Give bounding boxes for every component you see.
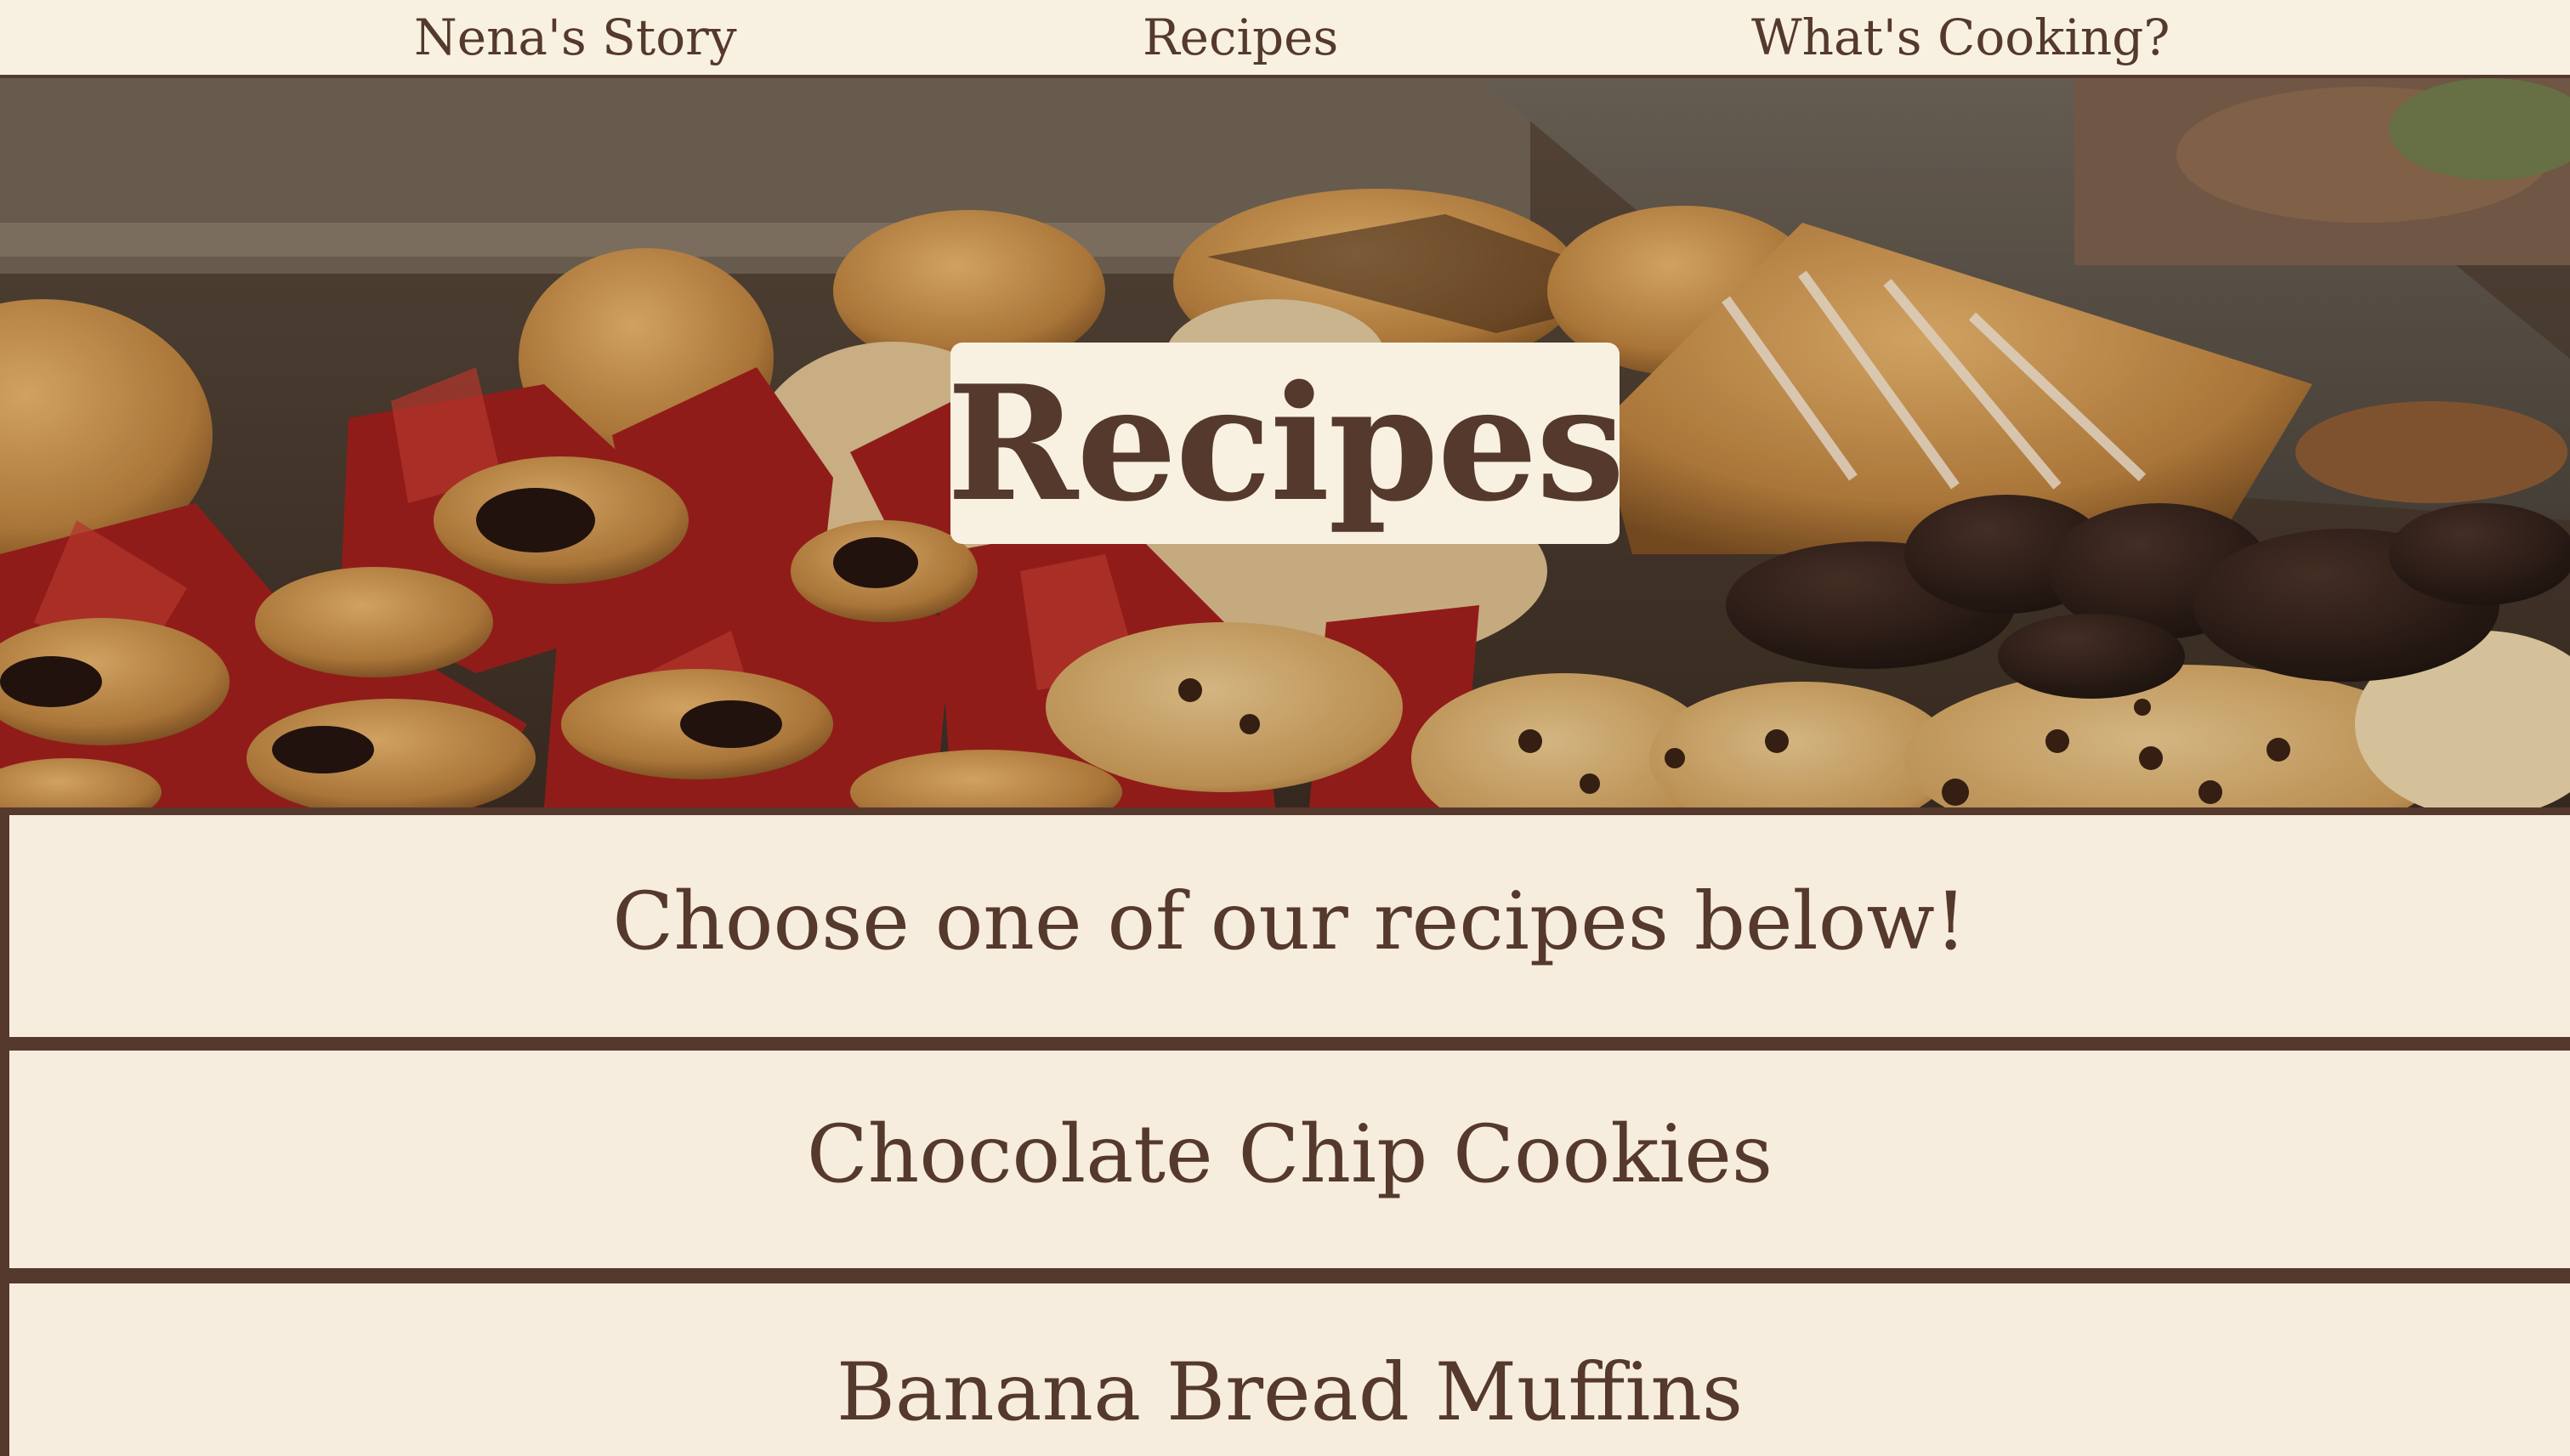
section-divider — [0, 1268, 2570, 1283]
intro-panel: Choose one of our recipes below! — [0, 815, 2570, 1037]
recipe-card-banana-bread-muffins[interactable]: Banana Bread Muffins — [0, 1283, 2570, 1456]
recipe-card-chocolate-chip-cookies[interactable]: Chocolate Chip Cookies — [0, 1051, 2570, 1268]
recipe-title[interactable]: Chocolate Chip Cookies — [807, 1115, 1773, 1195]
hero-banner: Recipes — [0, 78, 2570, 807]
nav-link-nenas-story[interactable]: Nena's Story — [414, 5, 737, 70]
hero-divider — [0, 807, 2570, 815]
nav-link-whats-cooking[interactable]: What's Cooking? — [1751, 5, 2170, 70]
page: Nena's Story Recipes What's Cooking? Rec… — [0, 0, 2570, 1456]
recipe-title[interactable]: Banana Bread Muffins — [837, 1353, 1743, 1433]
intro-text: Choose one of our recipes below! — [612, 875, 1967, 968]
hero-title-card: Recipes — [947, 343, 1625, 544]
nav-link-recipes[interactable]: Recipes — [1143, 5, 1338, 70]
page-title: Recipes — [946, 349, 1625, 536]
top-navigation: Nena's Story Recipes What's Cooking? — [0, 0, 2570, 78]
